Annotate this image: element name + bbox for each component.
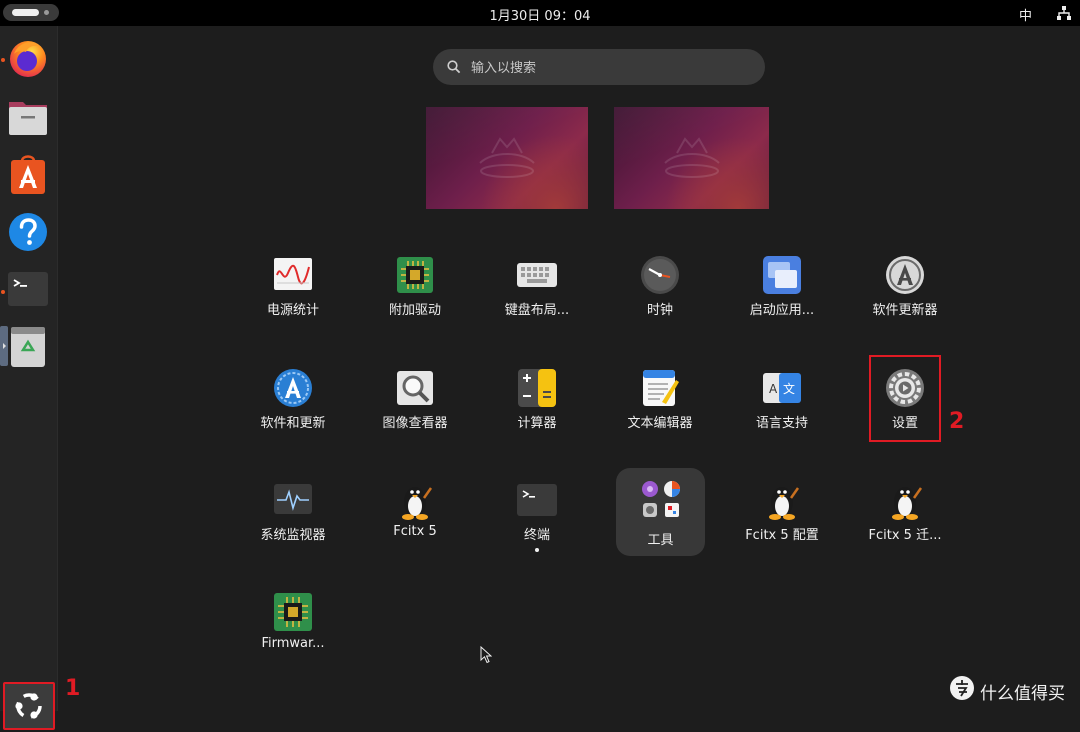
running-indicator bbox=[1, 58, 5, 62]
wallpaper-logo bbox=[663, 137, 720, 178]
app-label: 软件更新器 bbox=[872, 303, 938, 318]
startup-applications-icon bbox=[763, 256, 801, 294]
system-monitor-icon bbox=[274, 484, 312, 514]
app-label: 软件和更新 bbox=[260, 416, 326, 431]
app-text-editor[interactable]: 文本编辑器 bbox=[600, 356, 720, 456]
software-and-updates-icon bbox=[274, 369, 312, 407]
dock bbox=[0, 26, 58, 730]
app-label: Fcitx 5 迁... bbox=[868, 528, 942, 543]
dock-item-help[interactable] bbox=[6, 210, 50, 254]
svg-text:A: A bbox=[769, 382, 778, 396]
app-label: 工具 bbox=[647, 533, 674, 548]
annotation-2: 2 bbox=[949, 409, 965, 434]
dock-item-firefox[interactable] bbox=[6, 36, 50, 80]
running-indicator bbox=[535, 548, 539, 552]
clock-icon bbox=[641, 256, 679, 294]
app-power-statistics[interactable]: 电源统计 bbox=[233, 243, 353, 343]
help-icon bbox=[9, 213, 47, 251]
show-apps-button[interactable] bbox=[3, 682, 55, 730]
app-label: Firmwar... bbox=[261, 636, 325, 651]
top-bar: 1月30日 09：04 中 bbox=[0, 0, 1080, 26]
app-firmware-updater[interactable]: Firmwar... bbox=[233, 580, 353, 680]
utilities-folder-icon bbox=[642, 481, 680, 517]
app-label: 时钟 bbox=[646, 303, 673, 318]
app-label: 语言支持 bbox=[755, 416, 808, 431]
firefox-icon bbox=[10, 41, 46, 77]
app-additional-drivers[interactable]: 附加驱动 bbox=[355, 243, 475, 343]
workspace-thumbnail-1[interactable] bbox=[426, 107, 588, 209]
watermark-text: 什么值得买 bbox=[980, 684, 1065, 704]
files-icon bbox=[9, 102, 47, 135]
workspace-indicator-dot bbox=[44, 10, 49, 15]
ubuntu-logo-icon bbox=[15, 693, 42, 719]
text-editor-icon bbox=[643, 370, 679, 406]
app-software-and-updates[interactable]: 软件和更新 bbox=[233, 356, 353, 456]
search-input[interactable] bbox=[469, 56, 753, 80]
running-indicator bbox=[1, 290, 5, 294]
keyboard-layout-icon bbox=[517, 263, 557, 287]
penguin-icon bbox=[769, 487, 800, 520]
additional-drivers-chip-icon bbox=[397, 257, 433, 293]
app-label: Fcitx 5 bbox=[393, 524, 437, 539]
workspace-indicator-active bbox=[12, 9, 39, 16]
workspace-thumbnail-2[interactable] bbox=[614, 107, 769, 209]
app-system-monitor[interactable]: 系统监视器 bbox=[233, 468, 353, 568]
watermark-logo-icon bbox=[950, 676, 974, 700]
app-label: 计算器 bbox=[517, 416, 557, 431]
app-label: 启动应用... bbox=[749, 303, 815, 318]
drive-mount-icon[interactable] bbox=[0, 326, 8, 366]
software-updater-icon bbox=[886, 256, 924, 294]
app-label: 终端 bbox=[523, 528, 550, 543]
app-label: 图像查看器 bbox=[382, 416, 448, 431]
app-keyboard-layout[interactable]: 键盘布局... bbox=[477, 243, 597, 343]
app-label: 附加驱动 bbox=[388, 303, 441, 318]
calculator-icon bbox=[518, 369, 556, 407]
terminal-icon bbox=[8, 272, 48, 306]
input-method-indicator[interactable]: 中 bbox=[1019, 5, 1032, 24]
app-label: 电源统计 bbox=[266, 303, 319, 318]
search-bar[interactable] bbox=[433, 49, 765, 85]
app-fcitx5-migrator[interactable]: Fcitx 5 迁... bbox=[845, 468, 965, 568]
app-center-icon bbox=[11, 155, 45, 194]
app-label: 键盘布局... bbox=[504, 303, 570, 318]
app-fcitx5-config[interactable]: Fcitx 5 配置 bbox=[722, 468, 842, 568]
annotation-1: 1 bbox=[65, 676, 81, 701]
app-label: 文本编辑器 bbox=[627, 416, 693, 431]
dock-item-trash[interactable] bbox=[6, 324, 50, 368]
app-calculator[interactable]: 计算器 bbox=[477, 356, 597, 456]
app-terminal[interactable]: 终端 bbox=[477, 468, 597, 568]
app-clock[interactable]: 时钟 bbox=[600, 243, 720, 343]
search-icon bbox=[447, 60, 461, 74]
app-software-updater[interactable]: 软件更新器 bbox=[845, 243, 965, 343]
dock-item-app-center[interactable] bbox=[6, 152, 50, 196]
penguin-icon bbox=[402, 487, 433, 520]
app-folder-utilities[interactable]: 工具 bbox=[616, 468, 705, 556]
clock-button[interactable]: 1月30日 09：04 bbox=[489, 9, 590, 24]
mouse-cursor-icon bbox=[480, 646, 492, 664]
penguin-icon bbox=[892, 487, 923, 520]
wallpaper-logo bbox=[479, 137, 535, 178]
app-label: Fcitx 5 配置 bbox=[745, 528, 819, 543]
app-fcitx5[interactable]: Fcitx 5 bbox=[355, 468, 475, 568]
language-support-icon: A 文 bbox=[763, 373, 801, 403]
app-label: 系统监视器 bbox=[260, 528, 326, 543]
app-startup-applications[interactable]: 启动应用... bbox=[722, 243, 842, 343]
trash-icon bbox=[11, 327, 45, 367]
dock-item-terminal[interactable] bbox=[6, 268, 50, 312]
activities-button[interactable] bbox=[3, 4, 59, 21]
svg-text:文: 文 bbox=[783, 381, 795, 396]
app-image-viewer[interactable]: 图像查看器 bbox=[355, 356, 475, 456]
firmware-chip-icon bbox=[274, 593, 312, 631]
power-statistics-icon bbox=[274, 258, 312, 290]
terminal-icon bbox=[517, 484, 557, 516]
highlight-box-settings bbox=[869, 355, 941, 442]
image-viewer-icon bbox=[397, 371, 433, 405]
network-icon[interactable] bbox=[1057, 6, 1071, 20]
dock-item-files[interactable] bbox=[6, 94, 50, 138]
app-language-support[interactable]: A 文 语言支持 bbox=[722, 356, 842, 456]
